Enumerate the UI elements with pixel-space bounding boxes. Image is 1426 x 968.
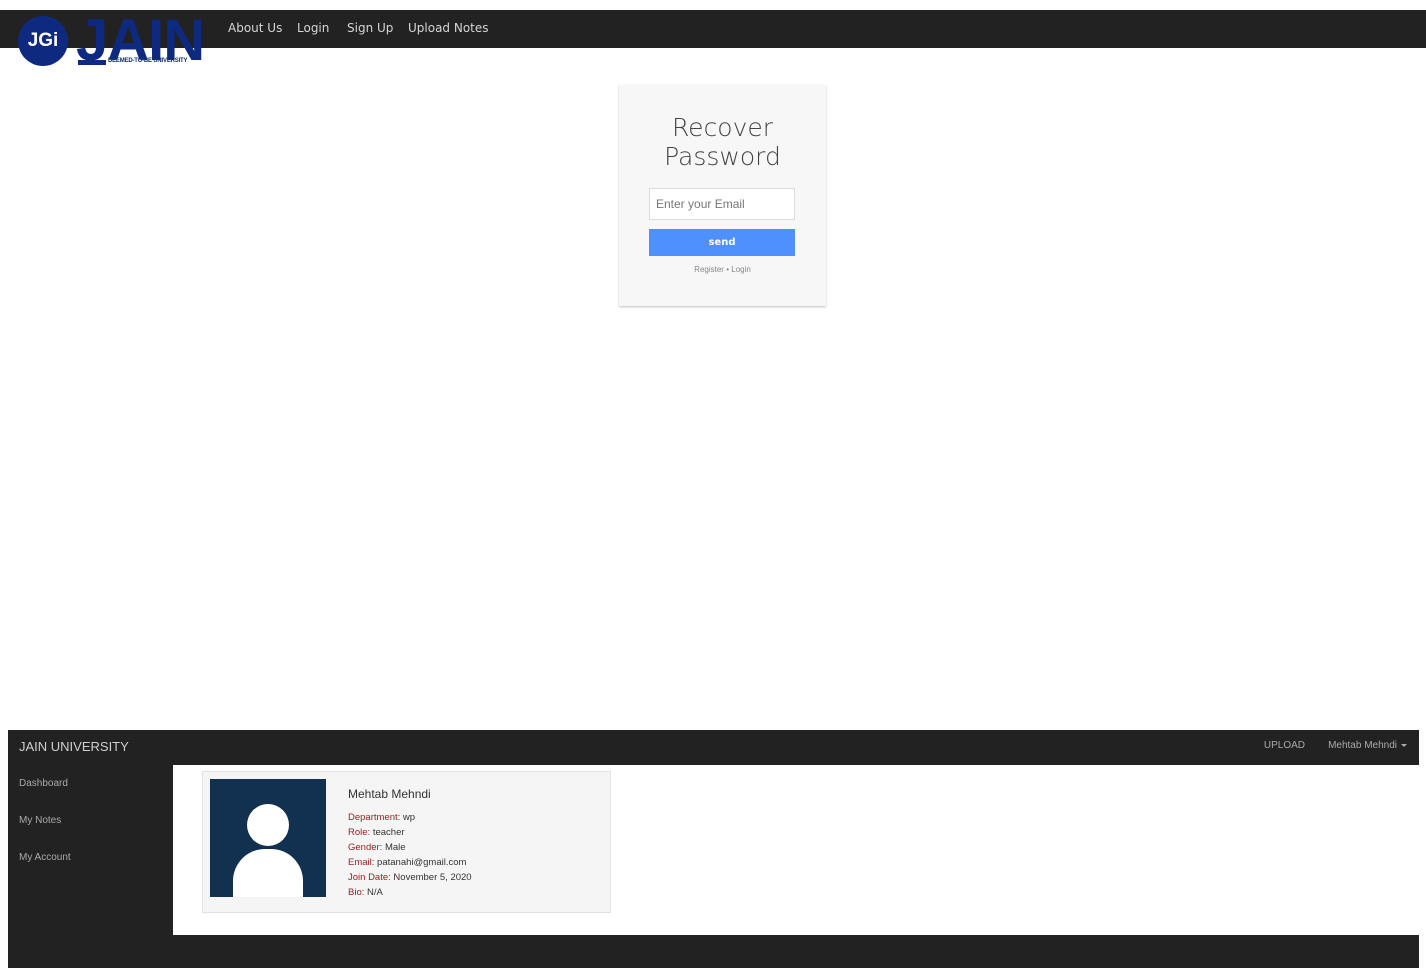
field-value: November 5, 2020 xyxy=(393,872,472,883)
nav-link-upload-notes[interactable]: Upload Notes xyxy=(408,21,489,35)
caret-down-icon xyxy=(1401,743,1407,747)
top-navbar: About Us Login Sign Up Upload Notes xyxy=(0,10,1426,48)
field-value: wp xyxy=(402,812,416,823)
sidebar-item-dashboard[interactable]: Dashboard xyxy=(19,778,68,789)
field-value: Male xyxy=(384,842,406,853)
profile-card: Mehtab Mehndi Department: wp Role: teach… xyxy=(202,771,611,913)
nav-link-about-us[interactable]: About Us xyxy=(228,21,282,35)
user-silhouette-head xyxy=(247,804,289,846)
nav-link-sign-up[interactable]: Sign Up xyxy=(347,21,393,35)
field-label: Gender: xyxy=(348,842,383,853)
profile-field-role: Role: teacher xyxy=(348,825,472,840)
profile-field-bio: Bio: N/A xyxy=(348,885,472,900)
user-silhouette-body xyxy=(233,849,303,897)
field-label: Join Date: xyxy=(348,872,391,883)
profile-field-email: Email: patanahi@gmail.com xyxy=(348,855,472,870)
field-value: N/A xyxy=(367,887,383,898)
dashboard-content: Mehtab Mehndi Department: wp Role: teach… xyxy=(173,765,1419,935)
auth-links: Register • Login xyxy=(619,265,826,274)
jain-logo[interactable]: JGi JAIN DEEMED-TO-BE UNIVERSITY xyxy=(18,12,208,70)
recover-title-line2: Password xyxy=(664,142,781,171)
profile-field-join-date: Join Date: November 5, 2020 xyxy=(348,870,472,885)
field-label: Department: xyxy=(348,812,401,823)
register-link[interactable]: Register xyxy=(694,265,724,274)
field-label: Bio: xyxy=(348,887,365,898)
field-label: Role: xyxy=(348,827,371,838)
send-button[interactable]: send xyxy=(649,229,795,256)
recover-title: Recover Password xyxy=(619,113,826,171)
recover-title-line1: Recover xyxy=(671,113,774,142)
user-menu-label: Mehtab Mehndi xyxy=(1328,740,1397,751)
logo-jgi-badge: JGi xyxy=(18,16,68,66)
upload-link[interactable]: UPLOAD xyxy=(1264,740,1305,751)
profile-field-department: Department: wp xyxy=(348,810,472,825)
sidebar-item-my-notes[interactable]: My Notes xyxy=(19,815,61,826)
profile-name: Mehtab Mehndi xyxy=(348,787,431,801)
link-separator: • xyxy=(726,265,730,274)
email-input[interactable] xyxy=(649,188,795,220)
nav-link-login[interactable]: Login xyxy=(297,21,329,35)
field-label: Email: xyxy=(348,857,375,868)
field-value: patanahi@gmail.com xyxy=(377,857,467,868)
avatar xyxy=(210,779,326,897)
dashboard-brand[interactable]: JAIN UNIVERSITY xyxy=(19,739,129,754)
field-value: teacher xyxy=(372,827,405,838)
login-link[interactable]: Login xyxy=(731,265,751,274)
sidebar-item-my-account[interactable]: My Account xyxy=(19,852,71,863)
profile-field-gender: Gender: Male xyxy=(348,840,472,855)
recover-password-card: Recover Password send Register • Login xyxy=(619,85,826,306)
logo-bar xyxy=(78,60,106,65)
dashboard-panel: JAIN UNIVERSITY UPLOAD Mehtab Mehndi Das… xyxy=(8,730,1419,968)
profile-details: Department: wp Role: teacher Gender: Mal… xyxy=(348,810,472,900)
logo-tagline: DEEMED-TO-BE UNIVERSITY xyxy=(108,58,188,64)
user-menu[interactable]: Mehtab Mehndi xyxy=(1328,740,1407,751)
